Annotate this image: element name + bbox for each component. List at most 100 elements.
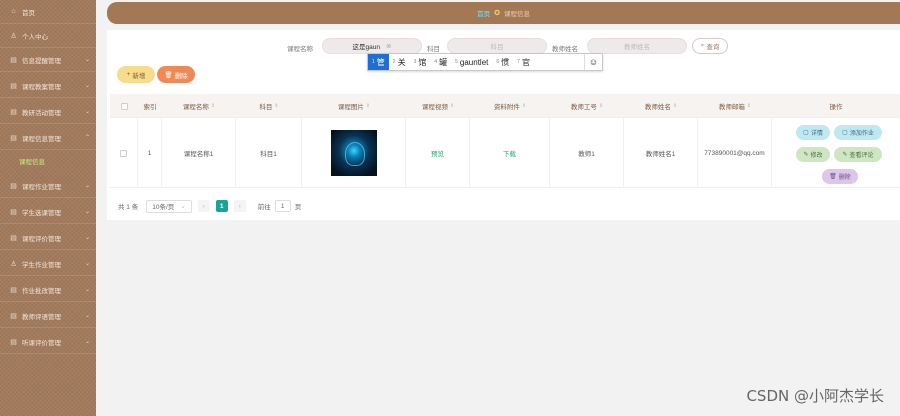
- row-checkbox[interactable]: [120, 149, 127, 157]
- cell-teacher-email: 773890001@qq.com: [698, 118, 772, 188]
- ime-candidate[interactable]: 4罐: [430, 54, 451, 70]
- subject-input[interactable]: 科目: [447, 38, 547, 54]
- menu-icon: ▤: [10, 208, 17, 216]
- sidebar-item-label: 课程信息管理: [22, 135, 61, 143]
- col-subject[interactable]: 科目 ⇕: [236, 94, 302, 118]
- ime-candidate[interactable]: 5 gauntlet: [451, 54, 492, 70]
- ime-candidate[interactable]: 7官: [513, 54, 534, 70]
- plus-icon: +: [126, 71, 131, 78]
- user-icon: ♙: [10, 260, 17, 268]
- teacher-name-input[interactable]: 教师姓名: [587, 38, 687, 54]
- subject-placeholder: 科目: [490, 44, 504, 51]
- edit-button[interactable]: ✎ 修改: [796, 147, 830, 162]
- sidebar-item-homework[interactable]: ▤ 课程作业管理 ⌄: [0, 174, 96, 198]
- total-count: 共 1 条: [118, 204, 139, 211]
- sort-icon: ⇕: [449, 103, 455, 109]
- edit-icon: ✎: [842, 152, 848, 158]
- col-course-video[interactable]: 课程视频 ⇕: [406, 94, 470, 118]
- sidebar-subitem-course-info[interactable]: 课程信息: [0, 152, 96, 170]
- chevron-down-icon: ⌄: [84, 261, 90, 267]
- row-delete-button[interactable]: 🗑 删除: [822, 169, 858, 184]
- cell-subject: 科目1: [236, 118, 302, 188]
- trash-icon: 🗑: [164, 71, 173, 79]
- ime-candidate[interactable]: 1管: [368, 54, 389, 70]
- goto-label: 前往: [257, 204, 271, 211]
- emoji-icon[interactable]: ☺: [584, 54, 602, 70]
- breadcrumb-home[interactable]: 首页: [477, 8, 490, 18]
- next-page-button[interactable]: ›: [233, 200, 246, 212]
- col-course-name[interactable]: 课程名称 ⇕: [162, 94, 236, 118]
- course-name-input[interactable]: 这是gaun ⊗: [322, 38, 422, 54]
- delete-button[interactable]: 🗑 删除: [157, 66, 195, 83]
- breadcrumb-current: 课程信息: [503, 11, 530, 18]
- detail-button[interactable]: ▢ 详情: [796, 125, 830, 140]
- sidebar-item-label: 学生选课管理: [22, 209, 61, 217]
- sort-icon: ⇕: [210, 103, 216, 109]
- sidebar-item-teacher-comments[interactable]: ▤ 教师评语管理 ⌄: [0, 304, 96, 328]
- attachment-download-link[interactable]: 下载: [470, 118, 550, 188]
- sidebar-item-grading[interactable]: ▤ 作业批改管理 ⌄: [0, 278, 96, 302]
- col-teacher-name[interactable]: 教师姓名 ⇕: [624, 94, 698, 118]
- add-homework-button[interactable]: ▢ 添加作业: [834, 125, 882, 140]
- ime-candidate[interactable]: 2关: [389, 54, 410, 70]
- menu-icon: ▤: [10, 82, 17, 90]
- chevron-down-icon: ⌄: [84, 209, 90, 215]
- col-teacher-email[interactable]: 教师邮箱 ⇕: [698, 94, 772, 118]
- sidebar-item-lesson-plans[interactable]: ▤ 课程教案管理 ⌄: [0, 74, 96, 98]
- sidebar-item-label: 课程教案管理: [22, 83, 61, 91]
- col-teacher-id[interactable]: 教师工号 ⇕: [550, 94, 624, 118]
- sidebar-item-reminders[interactable]: ▤ 信息提醒管理 ⌄: [0, 48, 96, 72]
- cell-course-image: [302, 118, 406, 188]
- page-size-select[interactable]: 10条/页 ⌄: [146, 199, 192, 213]
- sidebar-item-student-homework[interactable]: ♙ 学生作业管理 ⌄: [0, 252, 96, 276]
- sidebar-item-course-info[interactable]: ▤ 课程信息管理 ⌃: [0, 126, 96, 150]
- chevron-down-icon: ⌄: [84, 339, 90, 345]
- sort-icon: ⇕: [672, 103, 678, 109]
- menu-icon: ▤: [10, 234, 17, 242]
- ime-candidate-bar: 1管 2关 3馆 4罐 5 gauntlet 6惯 7官 ☺: [367, 53, 603, 71]
- sidebar-item-home[interactable]: ⌂ 首页: [0, 0, 96, 24]
- chevron-down-icon: ⌄: [84, 57, 90, 63]
- view-comments-button[interactable]: ✎ 查看评论: [834, 147, 882, 162]
- table-header: 索引 课程名称 ⇕ 科目 ⇕ 课程图片 ⇕ 课程视频 ⇕ 资料附件 ⇕ 教师工号 ⇕ 教师姓…: [110, 94, 900, 118]
- prev-page-button[interactable]: ‹: [197, 200, 210, 212]
- video-preview-link[interactable]: 预览: [406, 118, 470, 188]
- watermark: CSDN @小阿杰学长: [746, 387, 884, 405]
- chevron-down-icon: ⌄: [84, 313, 90, 319]
- goto-page-input[interactable]: 1: [274, 200, 291, 212]
- add-button[interactable]: + 新增: [117, 66, 155, 83]
- trash-icon: 🗑: [829, 174, 837, 180]
- table-row: 1 课程名称1 科目1 预览 下载 教师1 教师姓名1 773890001@qq…: [110, 118, 900, 188]
- select-all-checkbox[interactable]: [120, 102, 128, 110]
- clear-icon[interactable]: ⊗: [386, 42, 391, 50]
- page-suffix: 页: [294, 204, 302, 211]
- pagination: 共 1 条 10条/页 ⌄ ‹ 1 › 前往 1 页: [118, 199, 301, 213]
- menu-icon: ▤: [10, 286, 17, 294]
- ime-candidate[interactable]: 3馆: [410, 54, 431, 70]
- cell-index: 1: [138, 118, 162, 188]
- page-size-value: 10条/页: [152, 204, 175, 211]
- menu-icon: ▤: [10, 312, 17, 320]
- ime-candidate[interactable]: 6惯: [492, 54, 513, 70]
- sidebar-item-label: 首页: [22, 9, 35, 17]
- sidebar-item-course-eval[interactable]: ▤ 课程评价管理 ⌄: [0, 226, 96, 250]
- breadcrumb: 首页 ✪ 课程信息: [107, 2, 900, 24]
- row-checkbox-cell: [110, 118, 138, 188]
- search-icon: ⌕: [700, 42, 705, 49]
- select-all-checkbox-cell: [110, 94, 138, 118]
- sidebar: ⌂ 首页 ♙ 个人中心 ▤ 信息提醒管理 ⌄ ▤ 课程教案管理 ⌄ ▤ 教研活动…: [0, 0, 96, 416]
- cell-teacher-name: 教师姓名1: [624, 118, 698, 188]
- sort-icon: ⇕: [521, 103, 527, 109]
- col-attachment[interactable]: 资料附件 ⇕: [470, 94, 550, 118]
- sidebar-item-profile[interactable]: ♙ 个人中心: [0, 24, 96, 48]
- sidebar-item-lecture-eval[interactable]: ▤ 听课评价管理 ⌄: [0, 330, 96, 354]
- course-image[interactable]: [330, 130, 377, 176]
- page-number-current[interactable]: 1: [215, 200, 228, 212]
- sidebar-item-enrollment[interactable]: ▤ 学生选课管理 ⌄: [0, 200, 96, 224]
- chevron-up-icon: ⌃: [84, 135, 90, 141]
- delete-label: 删除: [174, 72, 188, 80]
- document-icon: ▢: [842, 130, 848, 136]
- col-course-image[interactable]: 课程图片 ⇕: [302, 94, 406, 118]
- query-button[interactable]: ⌕ 查询: [692, 38, 728, 54]
- sidebar-item-activities[interactable]: ▤ 教研活动管理 ⌄: [0, 100, 96, 124]
